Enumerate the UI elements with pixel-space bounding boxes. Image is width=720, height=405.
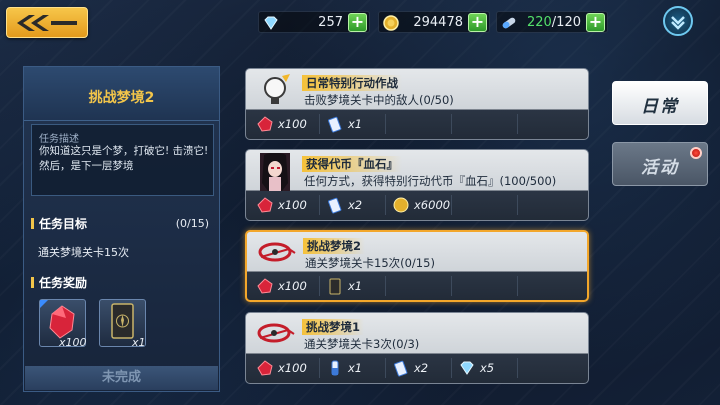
- add-energy-button[interactable]: +: [586, 13, 605, 32]
- ticket-icon: [328, 197, 342, 214]
- reward-item: x2: [386, 358, 452, 378]
- task-description: 通关梦境关卡3次(0/3): [304, 337, 420, 351]
- tab-daily[interactable]: 日常: [612, 81, 708, 125]
- task-description: 通关梦境关卡15次(0/15): [305, 256, 435, 270]
- top-bar: 257 + 294478 + 220/120 +: [0, 0, 720, 44]
- incomplete-button[interactable]: 未完成: [25, 366, 218, 390]
- notification-dot: [690, 147, 702, 159]
- gem-count: 257: [318, 15, 343, 30]
- reward-item: x100: [250, 195, 320, 215]
- detail-title: 挑战梦境2: [88, 90, 155, 106]
- add-coin-button[interactable]: +: [468, 13, 487, 32]
- ticket-icon: [328, 116, 342, 133]
- goal-progress: (0/15): [175, 217, 209, 230]
- dream-ring-icon: [257, 323, 295, 343]
- coin-count: 294478: [413, 15, 463, 30]
- task-detail-panel: 挑战梦境2 任务描述 你知道这只是个梦，打破它! 击溃它! 然后，是下一层梦境 …: [23, 66, 220, 392]
- ticket-icon: [394, 360, 408, 377]
- dream-ring-icon: [258, 242, 296, 262]
- back-button[interactable]: [6, 7, 88, 38]
- coin-icon: [383, 15, 399, 31]
- goal-text: 通关梦境关卡15次: [38, 246, 129, 259]
- reward-header: 任务奖励: [31, 274, 87, 291]
- coin-resource: 294478 +: [378, 11, 490, 33]
- energy-resource: 220/120 +: [496, 11, 608, 33]
- reward-item: x100: [250, 114, 320, 134]
- task-card[interactable]: 日常特别行动作战 击败梦境关卡中的敌人(0/50) x100 x1: [245, 68, 589, 140]
- coin-icon: [393, 197, 409, 213]
- reward-item: x1: [320, 276, 386, 296]
- red-crystal-icon: [257, 116, 273, 132]
- task-reward-row: x100 x1 x2 x5: [250, 358, 584, 378]
- task-name: 获得代币『血石』: [302, 156, 402, 172]
- gem-resource: 257 +: [258, 11, 370, 33]
- description-text: 你知道这只是个梦，打破它! 击溃它! 然后，是下一层梦境: [39, 145, 209, 172]
- task-name: 挑战梦境1: [302, 319, 365, 335]
- task-reward-row: x100 x2 x6000: [250, 195, 584, 215]
- task-description: 任何方式，获得特别行动代币『血石』(100/500): [304, 174, 557, 188]
- task-name: 日常特别行动作战: [302, 75, 402, 91]
- gem-icon: [460, 361, 474, 375]
- red-crystal-icon: [257, 197, 273, 213]
- tab-event[interactable]: 活动: [612, 142, 708, 186]
- menu-button[interactable]: [663, 6, 693, 36]
- red-crystal-icon: [257, 278, 273, 294]
- reward-item: x100: [250, 358, 320, 378]
- gem-icon: [264, 16, 278, 30]
- goal-header: 任务目标: [31, 215, 87, 232]
- reward-count: x100: [59, 336, 87, 349]
- task-name: 挑战梦境2: [303, 238, 366, 254]
- reward-item: x2: [320, 195, 386, 215]
- detail-title-bar: 挑战梦境2: [24, 67, 219, 121]
- reward-item: x1: [320, 358, 386, 378]
- description-label: 任务描述: [39, 134, 79, 145]
- chevron-down-icon: [671, 16, 685, 30]
- energy-count: 220/120: [526, 15, 581, 30]
- task-description: 击败梦境关卡中的敌人(0/50): [304, 93, 454, 107]
- task-reward-row: x100 x1: [250, 114, 584, 134]
- reward-item: x6000: [386, 195, 452, 215]
- reward-item: x5: [452, 358, 518, 378]
- task-card[interactable]: 获得代币『血石』 任何方式，获得特别行动代币『血石』(100/500) x100…: [245, 149, 589, 221]
- reward-item: x100: [250, 276, 320, 296]
- energy-capsule-icon: [502, 17, 516, 29]
- task-reward-row: x100 x1: [250, 276, 584, 296]
- tarot-card-icon: [329, 278, 341, 295]
- task-card-selected[interactable]: 挑战梦境2 通关梦境关卡15次(0/15) x100 x1: [245, 230, 589, 302]
- description-box: 任务描述 你知道这只是个梦，打破它! 击溃它! 然后，是下一层梦境: [31, 124, 214, 196]
- task-card[interactable]: 挑战梦境1 通关梦境关卡3次(0/3) x100 x1 x2 x5: [245, 312, 589, 384]
- character-portrait-icon: [260, 153, 290, 191]
- add-gem-button[interactable]: +: [348, 13, 367, 32]
- red-crystal-icon: [257, 360, 273, 376]
- reward-item: x1: [320, 114, 386, 134]
- lightbulb-icon: [264, 74, 290, 104]
- reward-count: x1: [132, 336, 146, 349]
- vial-icon: [331, 360, 339, 376]
- back-arrow-icon: [17, 15, 77, 31]
